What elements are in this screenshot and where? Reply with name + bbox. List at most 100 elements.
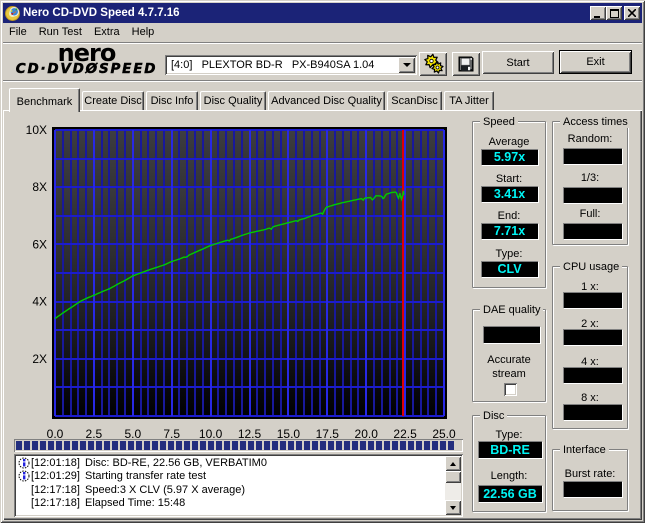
log-timestamp: [12:01:29] <box>31 470 80 483</box>
progress-block <box>416 441 422 450</box>
interface-group: Interface Burst rate: <box>552 444 628 511</box>
cpu-usage-value-display <box>563 329 622 345</box>
disc-value-display: 22.56 GB <box>478 485 542 502</box>
progress-block <box>304 441 310 450</box>
progress-block <box>264 441 270 450</box>
drive-select-combo[interactable]: [4:0] PLEXTOR BD-R PX-B940SA 1.04 <box>165 55 417 75</box>
speed-value-display: 7.71x <box>481 223 538 239</box>
scroll-up-button[interactable] <box>445 456 461 471</box>
access-times-label: Full: <box>579 208 601 220</box>
access-times-group-title: Access times <box>560 116 631 128</box>
progress-block <box>208 441 214 450</box>
disc-info-icon <box>18 457 30 469</box>
progress-block <box>16 441 22 450</box>
progress-block <box>376 441 382 450</box>
progress-block <box>448 441 454 450</box>
progress-bar <box>14 439 463 452</box>
progress-block <box>24 441 30 450</box>
progress-block <box>240 441 246 450</box>
drive-select-dropdown-button[interactable] <box>398 57 415 73</box>
progress-block <box>128 441 134 450</box>
progress-block <box>152 441 158 450</box>
logo-cd-dvd: CD·DVD <box>15 61 86 77</box>
minimize-button[interactable] <box>590 6 606 20</box>
access-times-value-display <box>563 187 622 203</box>
tab-ta-jitter[interactable]: TA Jitter <box>444 91 494 110</box>
speed-label: Type: <box>495 248 523 260</box>
progress-block <box>96 441 102 450</box>
y-tick-label: 10X <box>26 123 47 137</box>
progress-block <box>184 441 190 450</box>
progress-block <box>384 441 390 450</box>
tab-benchmark[interactable]: Benchmark <box>9 88 80 112</box>
tab-label: Disc Quality <box>203 95 263 107</box>
scroll-thumb[interactable] <box>445 471 461 483</box>
progress-block <box>80 441 86 450</box>
progress-block <box>328 441 334 450</box>
tab-label: TA Jitter <box>449 95 489 107</box>
progress-block <box>256 441 262 450</box>
tab-scandisc[interactable]: ScanDisc <box>387 91 442 110</box>
cpu-usage-value-display <box>563 367 622 383</box>
cpu-usage-group-title: CPU usage <box>560 261 623 273</box>
cpu-usage-value-display <box>563 404 622 420</box>
app-window: Nero CD-DVD Speed 4.7.7.16 File Run Test… <box>0 0 645 523</box>
progress-block <box>408 441 414 450</box>
progress-block <box>104 441 110 450</box>
progress-block <box>200 441 206 450</box>
tab-label: Benchmark <box>16 96 73 108</box>
progress-block <box>160 441 166 450</box>
menu-help[interactable]: Help <box>126 24 161 41</box>
progress-block <box>120 441 126 450</box>
tab-disc-quality[interactable]: Disc Quality <box>200 91 266 110</box>
tab-create-disc[interactable]: Create Disc <box>82 91 144 110</box>
exit-button[interactable]: Exit <box>559 50 632 74</box>
tab-bar: Benchmark Create Disc Disc Info Disc Qualit… <box>3 88 642 112</box>
speed-value-display: 5.97x <box>481 149 538 165</box>
progress-block <box>64 441 70 450</box>
progress-block <box>192 441 198 450</box>
title-bar: Nero CD-DVD Speed 4.7.7.16 <box>3 3 642 23</box>
log-message: Speed:3 X CLV (5.97 X average) <box>85 483 246 496</box>
progress-block <box>368 441 374 450</box>
dae-quality-group-title: DAE quality <box>480 304 544 316</box>
access-times-value-display <box>563 148 622 164</box>
accurate-stream-label: Accurate <box>487 354 531 366</box>
maximize-button[interactable] <box>606 6 622 20</box>
progress-block <box>224 441 230 450</box>
interface-value-display <box>563 481 622 497</box>
tab-advanced-disc-quality[interactable]: Advanced Disc Quality <box>268 91 385 110</box>
progress-block <box>440 441 446 450</box>
start-button[interactable]: Start <box>482 51 554 74</box>
log-message: Starting transfer rate test <box>85 470 207 483</box>
maximize-icon <box>609 8 619 18</box>
progress-block <box>232 441 238 450</box>
logo-slash-icon: Ø <box>85 61 99 77</box>
log-timestamp: [12:01:18] <box>31 457 80 469</box>
save-button[interactable] <box>452 52 480 76</box>
options-button[interactable] <box>419 52 447 76</box>
menu-file[interactable]: File <box>3 24 33 41</box>
progress-block <box>288 441 294 450</box>
tab-label: ScanDisc <box>391 95 438 107</box>
accurate-stream-label: stream <box>492 368 526 380</box>
scroll-down-button[interactable] <box>445 500 461 515</box>
accurate-stream-checkbox[interactable] <box>504 383 517 396</box>
close-button[interactable] <box>624 6 640 20</box>
log-scrollbar[interactable] <box>445 456 461 515</box>
disc-value-display: BD-RE <box>478 441 542 458</box>
drive-select-value: [4:0] PLEXTOR BD-R PX-B940SA 1.04 <box>171 59 375 71</box>
floppy-disk-icon <box>458 56 474 72</box>
progress-block <box>48 441 54 450</box>
log-message: Disc: BD-RE, 22.56 GB, VERBATIM0 <box>85 457 267 469</box>
speed-value-display: CLV <box>481 261 538 277</box>
progress-block <box>392 441 398 450</box>
cpu-usage-label: 8 x: <box>581 392 599 404</box>
progress-block <box>296 441 302 450</box>
progress-block <box>88 441 94 450</box>
tab-disc-info[interactable]: Disc Info <box>146 91 198 110</box>
y-tick-label: 8X <box>32 180 47 194</box>
progress-block <box>112 441 118 450</box>
progress-block <box>424 441 430 450</box>
progress-block <box>176 441 182 450</box>
